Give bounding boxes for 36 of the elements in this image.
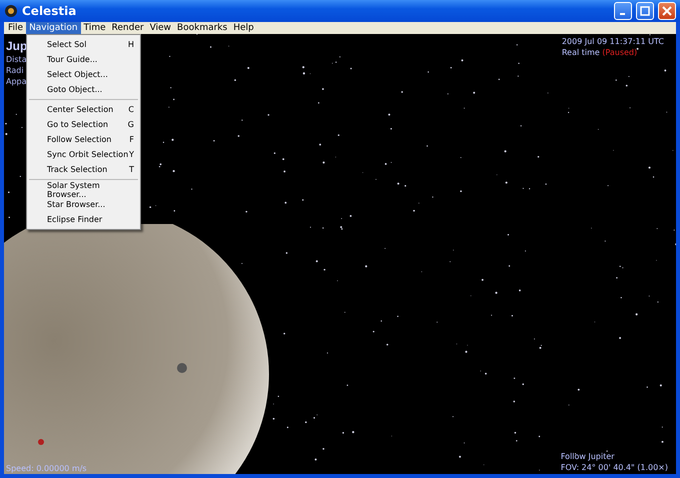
object-detail: Appa (6, 76, 28, 87)
menu-item[interactable]: File (5, 22, 26, 34)
menu-item[interactable]: Bookmarks (174, 22, 230, 34)
menu-entry[interactable]: Select Object... (27, 67, 140, 82)
menu-entry[interactable]: Tour Guide... (27, 52, 140, 67)
menu-item[interactable]: View (146, 22, 174, 34)
time-rate: Real time (Paused) (562, 47, 638, 58)
menu-entry[interactable]: Select Sol H (27, 37, 140, 52)
follow-mode: Follow Jupiter (560, 451, 616, 462)
menu-entry[interactable]: Star Browser... (27, 197, 140, 212)
maximize-icon (640, 6, 650, 16)
window-title: Celestia (22, 4, 78, 18)
menu-entry[interactable]: Sync Orbit SelectionY (27, 147, 140, 162)
menu-item[interactable]: Render (108, 22, 147, 34)
menu-entry[interactable]: Eclipse Finder (27, 212, 140, 227)
object-detail: Dista (6, 54, 28, 65)
fov-readout: FOV: 24° 00' 40.4" (1.00×) (560, 462, 668, 473)
menu-entry[interactable]: Center Selection C (27, 102, 140, 117)
paused-status: (Paused) (602, 48, 638, 57)
maximize-button[interactable] (636, 2, 654, 20)
menu-item[interactable]: Help (230, 22, 257, 34)
date-time: 2009 Jul 09 11:37:11 UTC (562, 36, 664, 47)
close-icon (662, 6, 672, 16)
menu-item[interactable]: Navigation (26, 22, 81, 34)
object-detail: Radi (6, 65, 25, 76)
menu-entry[interactable]: Solar System Browser... (27, 182, 140, 197)
menu-entry[interactable]: Track Selection T (27, 162, 140, 177)
object-name: Jup (6, 38, 28, 54)
speed-readout: Speed: 0.00000 m/s (6, 464, 87, 473)
menu-entry[interactable]: Goto Object... (27, 82, 140, 97)
app-logo-icon (4, 4, 18, 18)
menu-entry[interactable]: Follow Selection F (27, 132, 140, 147)
menu-entry[interactable]: Go to Selection G (27, 117, 140, 132)
minimize-button[interactable] (614, 2, 632, 20)
menu-item[interactable]: Time (80, 22, 109, 34)
close-button[interactable] (658, 2, 676, 20)
